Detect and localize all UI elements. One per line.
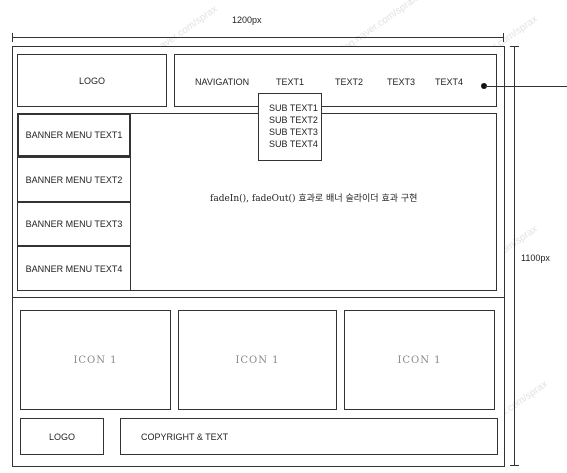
banner-menu-item-1[interactable]: BANNER MENU TEXT1 <box>17 113 131 157</box>
nav-item-text1[interactable]: TEXT1 <box>276 77 304 87</box>
icon-box-3: ICON 1 <box>344 310 495 410</box>
width-dimension-tick-left <box>12 33 13 42</box>
section-divider <box>12 297 505 298</box>
width-dimension-tick-right <box>503 33 504 42</box>
height-dimension-line <box>514 46 515 466</box>
footer-logo-box: LOGO <box>20 418 104 455</box>
submenu-item-3[interactable]: SUB TEXT3 <box>269 127 318 137</box>
submenu-item-4[interactable]: SUB TEXT4 <box>269 139 318 149</box>
footer-copyright-box: COPYRIGHT & TEXT <box>120 418 498 455</box>
header-logo-label: LOGO <box>78 75 105 86</box>
annotation-line <box>485 86 567 87</box>
nav-item-text2[interactable]: TEXT2 <box>335 77 363 87</box>
nav-item-navigation[interactable]: NAVIGATION <box>195 77 249 87</box>
height-dimension-tick-bottom <box>510 465 519 466</box>
banner-menu-item-3[interactable]: BANNER MENU TEXT3 <box>17 202 131 246</box>
header-logo-box: LOGO <box>17 54 167 107</box>
submenu-item-2[interactable]: SUB TEXT2 <box>269 115 318 125</box>
nav-item-text3[interactable]: TEXT3 <box>387 77 415 87</box>
width-dimension-line <box>12 37 504 38</box>
banner-menu-item-4[interactable]: BANNER MENU TEXT4 <box>17 246 131 291</box>
submenu-item-1[interactable]: SUB TEXT1 <box>269 103 318 113</box>
footer-logo-label: LOGO <box>48 431 75 442</box>
banner-menu-label: BANNER MENU TEXT1 <box>25 130 123 140</box>
banner-menu-label: BANNER MENU TEXT3 <box>25 219 123 229</box>
banner-menu: BANNER MENU TEXT1 BANNER MENU TEXT2 BANN… <box>17 113 133 291</box>
footer-copyright-label: COPYRIGHT & TEXT <box>141 431 229 442</box>
icon-box-label: ICON 1 <box>397 354 442 366</box>
height-dimension-tick-top <box>510 46 519 47</box>
icon-box-label: ICON 1 <box>73 354 118 366</box>
banner-description: fadeIn(), fadeOut() 효과로 배너 슬라이더 효과 구현 <box>210 194 418 204</box>
nav-item-text4[interactable]: TEXT4 <box>435 77 463 87</box>
submenu-dropdown: SUB TEXT1 SUB TEXT2 SUB TEXT3 SUB TEXT4 <box>258 93 322 161</box>
icon-box-label: ICON 1 <box>235 354 280 366</box>
height-dimension-label: 1100px <box>521 253 550 263</box>
banner-menu-label: BANNER MENU TEXT2 <box>25 174 123 185</box>
icon-box-1: ICON 1 <box>20 310 171 410</box>
icon-box-2: ICON 1 <box>178 310 337 410</box>
banner-menu-label: BANNER MENU TEXT4 <box>25 263 123 274</box>
banner-menu-item-2[interactable]: BANNER MENU TEXT2 <box>17 157 131 202</box>
width-dimension-label: 1200px <box>232 15 262 25</box>
